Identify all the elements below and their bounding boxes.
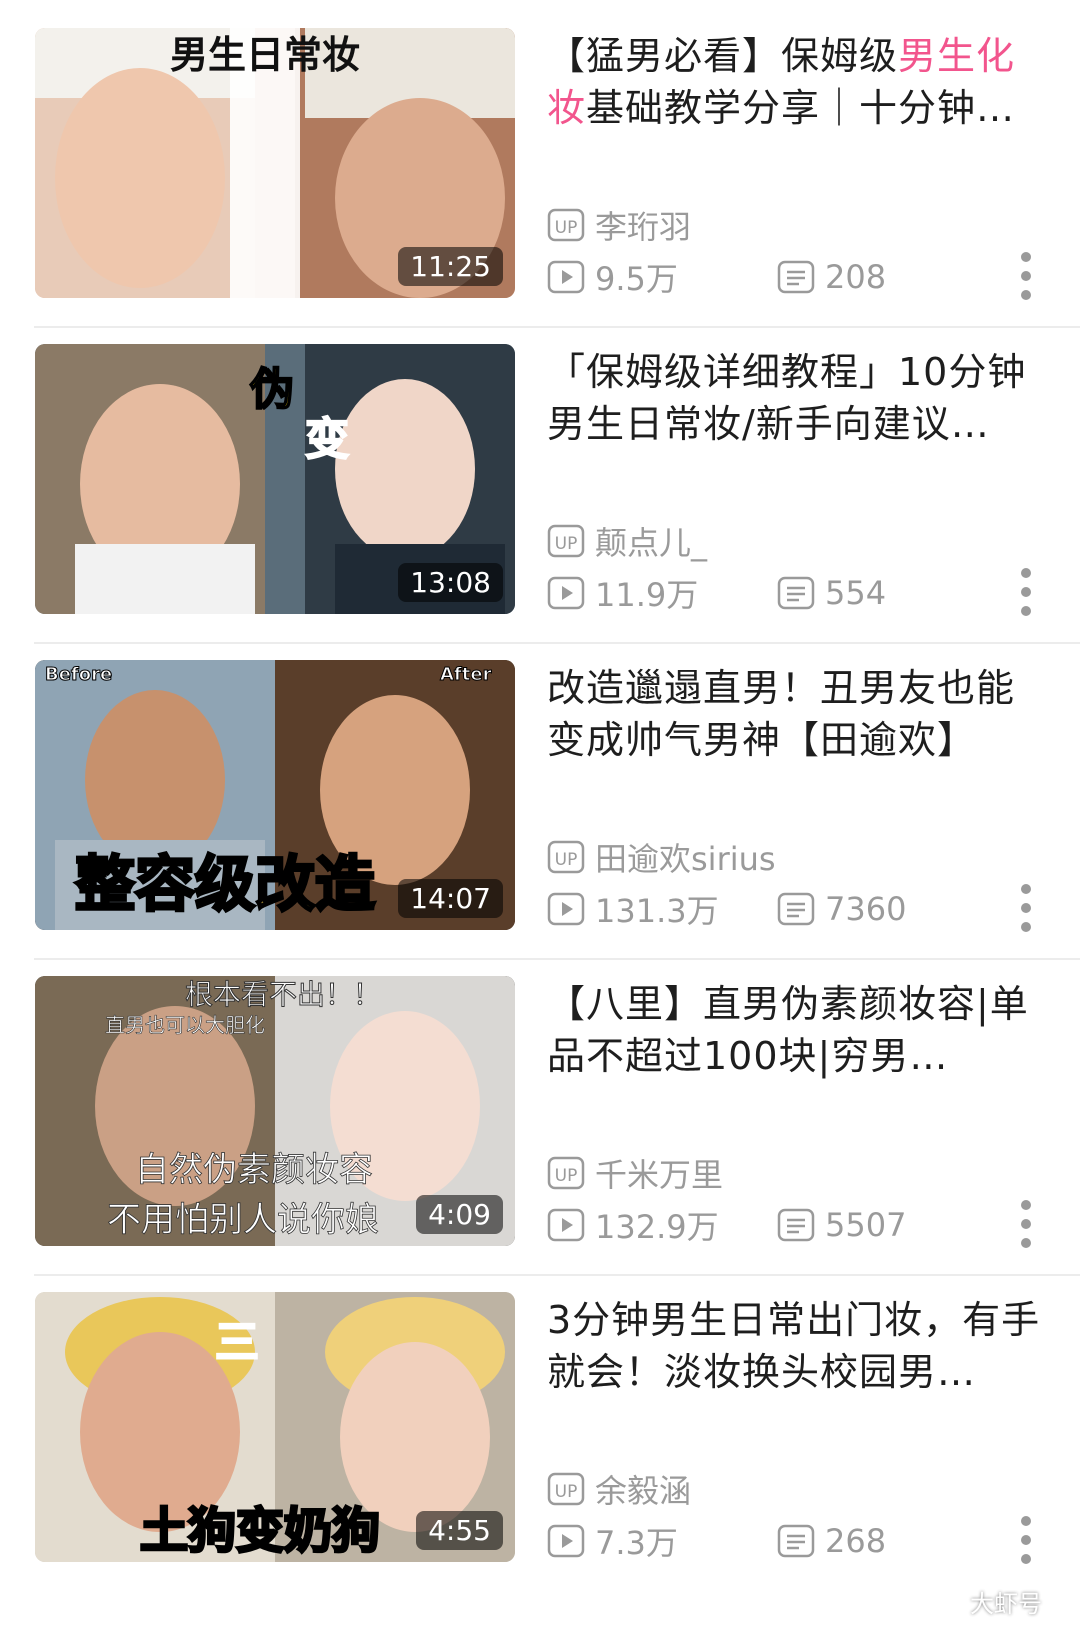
up-badge-text: UP <box>555 534 578 554</box>
view-count: 11.9万 <box>547 573 699 614</box>
thumb-text: 根本看不出！！ <box>185 978 381 1011</box>
title-part: 3分钟男生日常出门妆，有手就会！淡妆换头校园男… <box>547 1298 1041 1394</box>
video-title[interactable]: 改造邋遢直男！丑男友也能变成帅气男神【田逾欢】 <box>547 662 1047 766</box>
video-thumbnail[interactable]: 根本看不出！！ 直男也可以大胆化 自然伪素颜妆容 不用怕别人说你娘 4:09 <box>35 976 515 1246</box>
more-vertical-icon[interactable] <box>1014 568 1038 616</box>
video-thumbnail[interactable]: 伪 变 13:08 <box>35 344 515 614</box>
video-duration: 11:25 <box>398 247 503 286</box>
video-item[interactable]: Before After 整容级改造 14:07 改造邋遢直男！丑男友也能变成帅… <box>0 632 1080 960</box>
comment-count-text: 268 <box>825 1522 887 1560</box>
svg-text:三: 三 <box>215 1317 259 1368</box>
uploader-row[interactable]: UP 颠点儿_ <box>547 521 708 562</box>
video-thumbnail[interactable]: 三 土狗变奶狗 4:55 <box>35 1292 515 1562</box>
thumb-text: Before <box>45 664 112 685</box>
video-title[interactable]: 【猛男必看】保姆级男生化妆基础教学分享｜十分钟… <box>547 30 1047 134</box>
stats-row: 9.5万 208 <box>547 257 1047 298</box>
comment-count-text: 208 <box>825 258 887 296</box>
title-part: 【猛男必看】保姆级 <box>547 34 899 78</box>
comment-count-icon <box>777 260 815 294</box>
view-count: 9.5万 <box>547 257 678 298</box>
uploader-row[interactable]: UP 李珩羽 <box>547 205 692 246</box>
video-duration: 4:09 <box>416 1195 503 1234</box>
thumb-text: 直男也可以大胆化 <box>105 1013 265 1037</box>
video-item[interactable]: 伪 变 13:08 「保姆级详细教程」10分钟男生日常妆/新手向建议… UP 颠… <box>0 316 1080 644</box>
uploader-row[interactable]: UP 田逾欢sirius <box>547 837 776 878</box>
more-vertical-icon[interactable] <box>1014 252 1038 300</box>
uploader-name: 千米万里 <box>595 1156 724 1194</box>
up-badge-text: UP <box>555 1482 578 1502</box>
up-badge-icon: UP <box>547 524 585 558</box>
thumb-text: 男生日常妆 <box>170 33 360 77</box>
comment-count: 7360 <box>777 889 906 929</box>
thumb-text: 整容级改造 <box>75 850 375 920</box>
view-count-text: 9.5万 <box>595 260 678 298</box>
view-count-text: 11.9万 <box>595 576 699 614</box>
comment-count: 5507 <box>777 1205 906 1245</box>
uploader-name: 李珩羽 <box>595 208 692 246</box>
view-count: 131.3万 <box>547 889 719 930</box>
comment-count-icon <box>777 1524 815 1558</box>
play-count-icon <box>547 260 585 294</box>
svg-text:伪: 伪 <box>250 364 294 415</box>
title-part: 【八里】直男伪素颜妆容|单品不超过100块|穷男… <box>547 982 1029 1078</box>
video-duration: 14:07 <box>398 879 503 918</box>
video-title[interactable]: 「保姆级详细教程」10分钟男生日常妆/新手向建议… <box>547 346 1047 450</box>
play-count-icon <box>547 1208 585 1242</box>
thumb-text: 土狗变奶狗 <box>140 1503 380 1559</box>
stats-row: 132.9万 5507 <box>547 1205 1047 1246</box>
comment-count: 554 <box>777 573 886 613</box>
uploader-name: 田逾欢sirius <box>595 840 776 878</box>
video-item[interactable]: 三 土狗变奶狗 4:55 3分钟男生日常出门妆，有手就会！淡妆换头校园男… UP… <box>0 1264 1080 1592</box>
thumb-text: 自然伪素颜妆容 <box>135 1150 373 1190</box>
play-count-icon <box>547 1524 585 1558</box>
video-item[interactable]: 男生日常妆 11:25 【猛男必看】保姆级男生化妆基础教学分享｜十分钟… UP … <box>0 0 1080 328</box>
comment-count-icon <box>777 892 815 926</box>
comment-count: 208 <box>777 257 886 297</box>
up-badge-icon: UP <box>547 1472 585 1506</box>
view-count: 132.9万 <box>547 1205 719 1246</box>
play-count-icon <box>547 576 585 610</box>
stats-row: 11.9万 554 <box>547 573 1047 614</box>
up-badge-text: UP <box>555 218 578 238</box>
stats-row: 7.3万 268 <box>547 1521 1047 1562</box>
up-badge-text: UP <box>555 850 578 870</box>
uploader-row[interactable]: UP 余毅涵 <box>547 1469 692 1510</box>
title-part: 改造邋遢直男！丑男友也能变成帅气男神【田逾欢】 <box>547 666 1016 762</box>
title-part: 「保姆级详细教程」10分钟男生日常妆/新手向建议… <box>547 350 1027 446</box>
watermark: 大虾号 <box>970 1590 1042 1618</box>
uploader-name: 颠点儿_ <box>595 524 708 562</box>
up-badge-text: UP <box>555 1166 578 1186</box>
up-badge-icon: UP <box>547 208 585 242</box>
video-item[interactable]: 根本看不出！！ 直男也可以大胆化 自然伪素颜妆容 不用怕别人说你娘 4:09 【… <box>0 948 1080 1276</box>
more-vertical-icon[interactable] <box>1014 884 1038 932</box>
view-count: 7.3万 <box>547 1521 678 1562</box>
svg-text:变: 变 <box>305 414 349 465</box>
thumb-text: 不用怕别人说你娘 <box>107 1200 379 1240</box>
thumb-text: After <box>440 664 492 685</box>
comment-count: 268 <box>777 1521 886 1561</box>
video-thumbnail[interactable]: 男生日常妆 11:25 <box>35 28 515 298</box>
view-count-text: 132.9万 <box>595 1208 719 1246</box>
more-vertical-icon[interactable] <box>1014 1200 1038 1248</box>
video-title[interactable]: 【八里】直男伪素颜妆容|单品不超过100块|穷男… <box>547 978 1047 1082</box>
comment-count-text: 5507 <box>825 1206 907 1244</box>
title-part: 基础教学分享｜十分钟… <box>586 86 1016 130</box>
comment-count-text: 554 <box>825 574 887 612</box>
uploader-row[interactable]: UP 千米万里 <box>547 1153 724 1194</box>
play-count-icon <box>547 892 585 926</box>
view-count-text: 131.3万 <box>595 892 719 930</box>
video-title[interactable]: 3分钟男生日常出门妆，有手就会！淡妆换头校园男… <box>547 1294 1047 1398</box>
uploader-name: 余毅涵 <box>595 1472 692 1510</box>
comment-count-icon <box>777 576 815 610</box>
video-thumbnail[interactable]: Before After 整容级改造 14:07 <box>35 660 515 930</box>
up-badge-icon: UP <box>547 840 585 874</box>
more-vertical-icon[interactable] <box>1014 1516 1038 1564</box>
up-badge-icon: UP <box>547 1156 585 1190</box>
video-duration: 4:55 <box>416 1511 503 1550</box>
comment-count-icon <box>777 1208 815 1242</box>
comment-count-text: 7360 <box>825 890 907 928</box>
video-duration: 13:08 <box>398 563 503 602</box>
view-count-text: 7.3万 <box>595 1524 678 1562</box>
stats-row: 131.3万 7360 <box>547 889 1047 930</box>
